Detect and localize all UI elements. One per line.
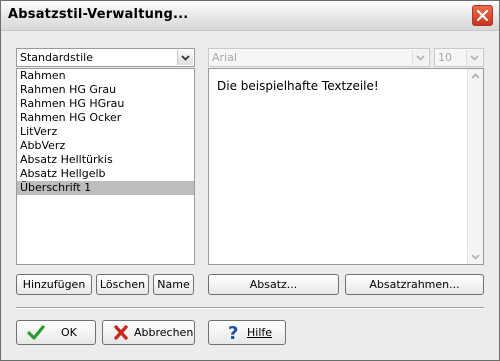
- paragraph-button[interactable]: Absatz...: [208, 274, 339, 295]
- scroll-down-icon[interactable]: [468, 249, 483, 264]
- close-button[interactable]: [472, 5, 493, 26]
- help-button[interactable]: ? Hilfe: [208, 320, 286, 345]
- svg-text:?: ?: [228, 323, 238, 342]
- checkmark-icon: [27, 324, 45, 349]
- list-item[interactable]: Überschrift 1: [17, 181, 194, 195]
- chevron-down-icon[interactable]: [412, 50, 428, 65]
- list-item[interactable]: Absatz Helltürkis: [17, 153, 194, 167]
- help-label: Hilfe: [247, 326, 273, 339]
- styles-list[interactable]: Rahmen Rahmen HG Grau Rahmen HG HGrau Rahme…: [16, 68, 195, 265]
- preview-text: Die beispielhafte Textzeile!: [217, 79, 379, 93]
- scroll-up-icon[interactable]: [468, 69, 483, 84]
- add-button[interactable]: Hinzufügen: [16, 274, 92, 295]
- preview-scrollbar[interactable]: [467, 69, 483, 264]
- style-group-value: Standardstile: [20, 51, 93, 64]
- list-item[interactable]: Rahmen: [17, 69, 194, 83]
- chevron-down-icon[interactable]: [466, 50, 482, 65]
- ok-button[interactable]: OK: [16, 320, 96, 345]
- title-bar: Absatzstil-Verwaltung...: [1, 1, 499, 31]
- cancel-label: Abbrechen: [134, 326, 194, 339]
- font-name-dropdown[interactable]: Arial: [208, 48, 430, 67]
- ok-label: OK: [61, 326, 77, 339]
- dialog-window: Absatzstil-Verwaltung... Standardstile R…: [0, 0, 500, 361]
- cancel-button[interactable]: Abbrechen: [102, 320, 195, 345]
- font-size-value: 10: [438, 51, 452, 64]
- paragraph-frame-button[interactable]: Absatzrahmen...: [345, 274, 484, 295]
- list-item[interactable]: Absatz Hellgelb: [17, 167, 194, 181]
- style-group-dropdown[interactable]: Standardstile: [16, 48, 195, 67]
- list-item[interactable]: Rahmen HG Grau: [17, 83, 194, 97]
- list-item[interactable]: Rahmen HG Ocker: [17, 111, 194, 125]
- delete-button[interactable]: Löschen: [96, 274, 149, 295]
- name-button[interactable]: Name: [153, 274, 194, 295]
- separator: [16, 307, 484, 309]
- list-item[interactable]: AbbVerz: [17, 139, 194, 153]
- red-x-icon: [113, 324, 129, 349]
- window-title: Absatzstil-Verwaltung...: [8, 7, 189, 22]
- list-item[interactable]: LitVerz: [17, 125, 194, 139]
- preview-area[interactable]: Die beispielhafte Textzeile!: [208, 68, 484, 265]
- question-mark-icon: ?: [227, 323, 243, 350]
- close-icon: [476, 9, 489, 22]
- list-item[interactable]: Rahmen HG HGrau: [17, 97, 194, 111]
- font-size-dropdown[interactable]: 10: [434, 48, 484, 67]
- font-name-value: Arial: [212, 51, 237, 64]
- chevron-down-icon[interactable]: [177, 50, 193, 65]
